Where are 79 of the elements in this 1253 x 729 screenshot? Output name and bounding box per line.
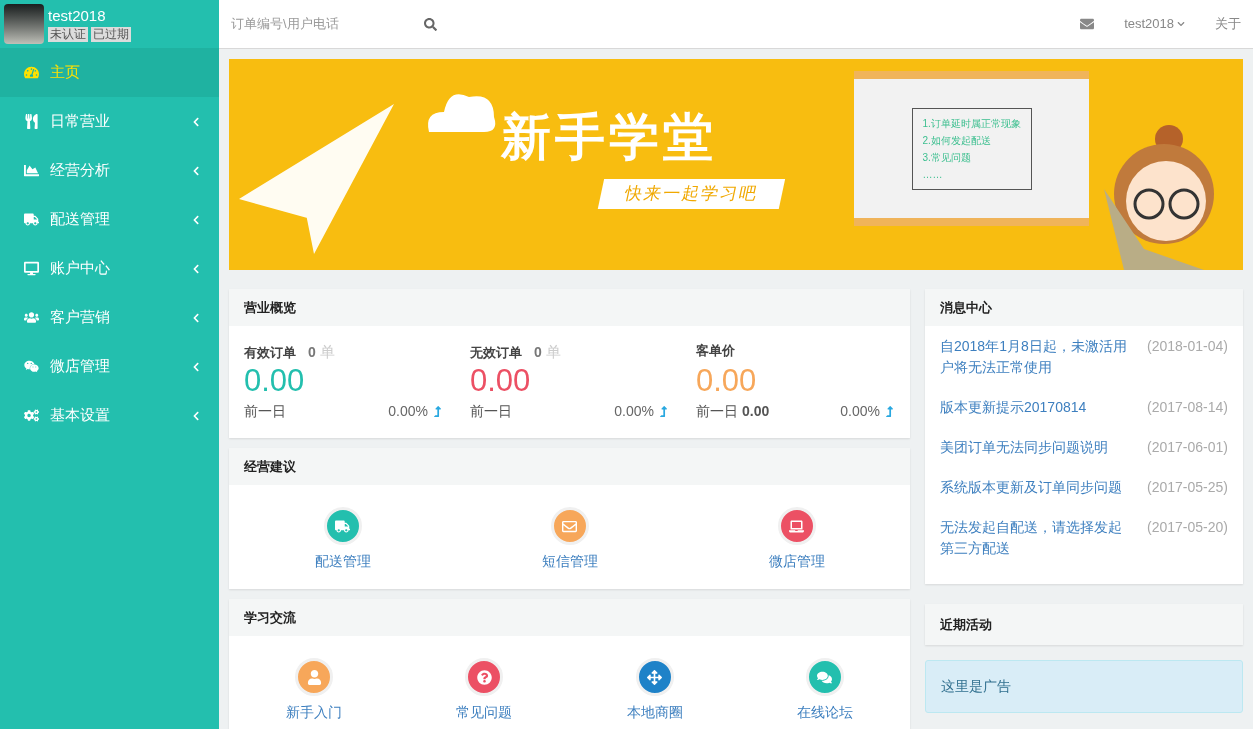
- arrows-badge-icon[interactable]: [635, 658, 674, 696]
- username: test2018: [48, 6, 107, 25]
- status-badge: 已过期: [91, 26, 131, 42]
- message-date: (2017-08-14): [1147, 398, 1228, 417]
- previous-day-label: 前一日: [470, 402, 512, 421]
- sidebar-item[interactable]: 配送管理: [0, 195, 219, 244]
- panel-title: 经营建议: [244, 457, 296, 476]
- question-badge-icon[interactable]: [465, 658, 504, 696]
- up-arrow-icon: [432, 406, 443, 417]
- sidebar-label: 日常营业: [50, 111, 111, 132]
- up-arrow-icon: [658, 406, 669, 417]
- envelope-icon[interactable]: [1080, 17, 1095, 31]
- comments-badge-icon[interactable]: [805, 658, 844, 696]
- previous-day-label: 前一日: [696, 402, 738, 421]
- panel-title: 营业概览: [244, 298, 296, 317]
- ad-text: 这里是广告: [941, 677, 1011, 696]
- order-count: 0: [534, 343, 542, 362]
- search-field[interactable]: 订单编号\用户电话: [231, 14, 411, 34]
- message-date: (2017-05-20): [1147, 518, 1228, 537]
- previous-day-value: 0.00: [742, 402, 770, 421]
- stat-value: 0.00: [470, 362, 532, 400]
- message-link[interactable]: 无法发起自配送，请选择发起第三方配送: [940, 517, 1132, 559]
- change-percent: 0.00%: [840, 402, 880, 421]
- message-link[interactable]: 系统版本更新及订单同步问题: [940, 477, 1132, 498]
- shortcut-link[interactable]: 配送管理: [314, 551, 371, 572]
- sidebar-label: 配送管理: [50, 209, 111, 230]
- panel-title: 近期活动: [940, 615, 992, 634]
- shortcut-link[interactable]: 微店管理: [768, 551, 825, 572]
- shortcut-link[interactable]: 在线论坛: [796, 702, 853, 723]
- stat-value: 0.00: [244, 362, 306, 400]
- search-icon[interactable]: [424, 17, 437, 31]
- shortcut-link[interactable]: 短信管理: [541, 551, 598, 572]
- shortcut-link[interactable]: 新手入门: [286, 702, 343, 723]
- sidebar-item[interactable]: 客户营销: [0, 293, 219, 342]
- message-date: (2017-05-25): [1147, 478, 1228, 497]
- board-text: 2.如何发起配送: [922, 133, 992, 148]
- sidebar-label: 微店管理: [50, 356, 111, 377]
- message-date: (2018-01-04): [1147, 337, 1228, 356]
- shortcut-link[interactable]: 常见问题: [456, 702, 513, 723]
- sidebar-item[interactable]: 基本设置: [0, 391, 219, 440]
- sidebar-label: 客户营销: [50, 307, 111, 328]
- user-menu[interactable]: test2018: [1124, 14, 1185, 34]
- previous-day-label: 前一日: [244, 402, 286, 421]
- status-badge: 未认证: [48, 26, 88, 42]
- banner-title: 新手学堂: [501, 108, 717, 167]
- board-text: 1.订单延时属正常现象: [922, 116, 1021, 131]
- stat-label: 无效订单: [470, 344, 522, 362]
- envelope-badge-icon[interactable]: [550, 507, 589, 545]
- sidebar-item[interactable]: 日常营业: [0, 97, 219, 146]
- sidebar-label: 账户中心: [50, 258, 111, 279]
- message-link[interactable]: 版本更新提示20170814: [940, 397, 1132, 418]
- change-percent: 0.00%: [388, 402, 428, 421]
- shortcut-link[interactable]: 本地商圈: [626, 702, 683, 723]
- stat-value: 0.00: [696, 362, 758, 400]
- sidebar-label: 基本设置: [50, 405, 111, 426]
- sidebar-item[interactable]: 经营分析: [0, 146, 219, 195]
- sidebar-label: 经营分析: [50, 160, 111, 181]
- message-date: (2017-06-01): [1147, 438, 1228, 457]
- laptop-badge-icon[interactable]: [777, 507, 816, 545]
- panel-title: 消息中心: [940, 298, 992, 317]
- up-arrow-icon: [884, 406, 895, 417]
- sidebar-label: 主页: [50, 62, 81, 83]
- chevron-down-icon: [1177, 20, 1185, 28]
- panel-title: 学习交流: [244, 608, 296, 627]
- avatar-photo-placeholder: [4, 4, 44, 44]
- change-percent: 0.00%: [614, 402, 654, 421]
- user-badge-icon[interactable]: [295, 658, 334, 696]
- message-link[interactable]: 美团订单无法同步问题说明: [940, 437, 1132, 458]
- truck-badge-icon[interactable]: [323, 507, 362, 545]
- sidebar-item[interactable]: 账户中心: [0, 244, 219, 293]
- board-text: ……: [922, 167, 944, 182]
- board-text: 3.常见问题: [922, 150, 972, 165]
- message-link[interactable]: 自2018年1月8日起，未激活用户将无法正常使用: [940, 336, 1132, 378]
- stat-label: 有效订单: [244, 344, 296, 362]
- sidebar-item[interactable]: 微店管理: [0, 342, 219, 391]
- order-count: 0: [308, 343, 316, 362]
- banner-slogan: 快来一起学习吧: [597, 179, 786, 209]
- about-link[interactable]: 关于: [1215, 14, 1241, 34]
- stat-label: 客单价: [696, 342, 735, 360]
